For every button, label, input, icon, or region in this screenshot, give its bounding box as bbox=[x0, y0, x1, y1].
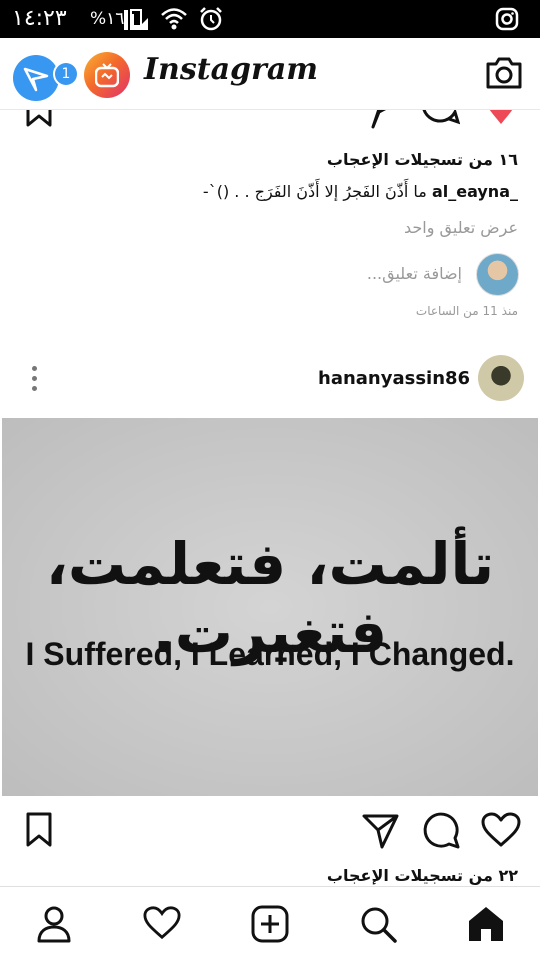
post2-actions bbox=[0, 810, 540, 854]
comment-icon[interactable] bbox=[422, 812, 460, 850]
igtv-icon bbox=[95, 63, 119, 88]
dm-badge: 1 bbox=[53, 61, 79, 87]
status-bar: ١٤:٢٣ %١٦ bbox=[0, 0, 540, 38]
instagram-notification-icon bbox=[495, 7, 519, 31]
share-icon[interactable] bbox=[364, 110, 400, 130]
direct-message-button[interactable]: 1 bbox=[13, 55, 79, 101]
signal-bars-icon bbox=[124, 10, 148, 30]
direct-message-icon bbox=[23, 67, 49, 92]
profile-icon[interactable] bbox=[36, 905, 72, 943]
post1-caption: -`() . . ما أَذّنَ الفَجرُ إلا أَذّنَ ال… bbox=[203, 182, 518, 201]
home-icon[interactable] bbox=[467, 905, 505, 943]
post2-username[interactable]: hananyassin86 bbox=[318, 368, 470, 389]
post1-caption-text: -`() . . ما أَذّنَ الفَجرُ إلا أَذّنَ ال… bbox=[202, 182, 427, 201]
avatar bbox=[476, 253, 519, 296]
bottom-nav bbox=[0, 886, 540, 960]
battery-percent: %١٦ bbox=[90, 9, 125, 29]
status-time: ١٤:٢٣ bbox=[12, 6, 67, 31]
post2-avatar[interactable] bbox=[478, 355, 524, 401]
top-bar: 1 Instagram bbox=[0, 38, 540, 110]
feed[interactable]: ١٦ من تسجيلات الإعجاب -`() . . ما أَذّنَ… bbox=[0, 110, 540, 886]
image-text-english: I Suffered, I Learned, I Changed. bbox=[25, 636, 515, 672]
instagram-logo: Instagram bbox=[144, 52, 318, 87]
save-bookmark-icon[interactable] bbox=[26, 110, 52, 128]
save-bookmark-icon[interactable] bbox=[26, 812, 52, 848]
camera-icon[interactable] bbox=[484, 55, 524, 91]
like-heart-icon[interactable] bbox=[481, 812, 521, 848]
view-comments-link[interactable]: عرض تعليق واحد bbox=[404, 218, 518, 237]
alarm-icon bbox=[200, 7, 222, 31]
post1-likes[interactable]: ١٦ من تسجيلات الإعجاب bbox=[327, 150, 518, 169]
post1-timestamp: منذ 11 من الساعات bbox=[415, 304, 518, 318]
activity-heart-icon[interactable] bbox=[143, 905, 181, 941]
post2-image[interactable]: تألمت، فتعلمت، فتغيرت. I Suffered, I Lea… bbox=[2, 418, 538, 796]
liked-heart-icon[interactable] bbox=[481, 110, 521, 130]
share-icon[interactable] bbox=[362, 812, 400, 850]
dm-badge-count: 1 bbox=[55, 63, 77, 85]
search-icon[interactable] bbox=[359, 905, 397, 943]
post1-caption-username[interactable]: al_eayna_ bbox=[432, 182, 518, 201]
igtv-button[interactable] bbox=[84, 52, 130, 98]
post1-actions bbox=[0, 110, 540, 132]
new-post-icon[interactable] bbox=[251, 905, 289, 943]
post2-likes[interactable]: ٢٢ من تسجيلات الإعجاب bbox=[327, 866, 518, 885]
more-options-icon[interactable] bbox=[32, 366, 37, 396]
comment-icon[interactable] bbox=[422, 110, 460, 130]
wifi-icon bbox=[161, 8, 187, 30]
add-comment-input[interactable]: إضافة تعليق... bbox=[367, 264, 462, 283]
